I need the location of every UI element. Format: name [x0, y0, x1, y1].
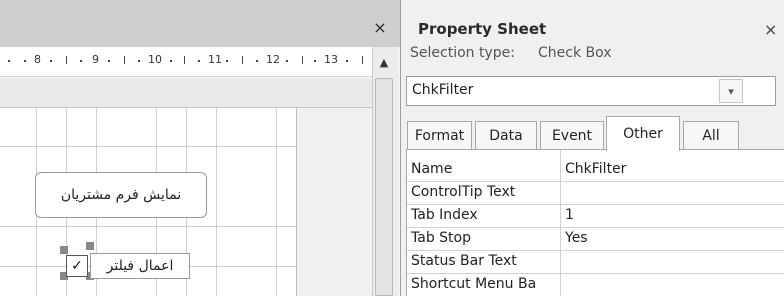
ruler-label: 10: [148, 53, 162, 66]
tab-event[interactable]: Event: [540, 121, 604, 149]
ruler-dot: [256, 60, 258, 62]
scrollbar-thumb[interactable]: [375, 78, 393, 296]
ruler-dot: [226, 60, 228, 62]
tab-all[interactable]: All: [683, 121, 739, 149]
property-name: ControlTip Text: [411, 184, 516, 200]
ruler-bar: [242, 56, 243, 64]
property-name: Tab Index: [411, 207, 478, 223]
scroll-up-icon[interactable]: ▲: [374, 55, 394, 71]
property-sheet-title: Property Sheet: [418, 20, 547, 38]
property-value[interactable]: Yes: [565, 230, 588, 246]
selection-type-value: Check Box: [538, 45, 612, 61]
property-row[interactable]: Name ChkFilter: [407, 159, 784, 182]
ruler-dot: [8, 60, 10, 62]
ruler-label: 8: [34, 53, 41, 66]
filter-checkbox-label-text: اعمال فیلتر: [106, 258, 174, 274]
ruler-label: 12: [266, 53, 280, 66]
ruler-label: 9: [92, 53, 99, 66]
ruler-bar: [302, 56, 303, 64]
form-design-view: × 8 9 10 11 12 13 نمایش فرم مشتریان ✓ اع…: [0, 0, 400, 296]
tab-format[interactable]: Format: [407, 121, 472, 149]
tab-other[interactable]: Other: [606, 116, 680, 151]
horizontal-ruler: 8 9 10 11 12 13: [0, 47, 372, 77]
ruler-dot: [314, 60, 316, 62]
ruler-bar: [362, 56, 363, 64]
form-section-header[interactable]: [0, 78, 372, 108]
ruler-bar: [184, 56, 185, 64]
ruler-dot: [24, 60, 26, 62]
ruler-dot: [80, 60, 82, 62]
show-customers-button-label: نمایش فرم مشتریان: [60, 187, 182, 203]
property-value[interactable]: 1: [565, 207, 574, 223]
property-column-divider[interactable]: [560, 150, 561, 296]
ruler-dot: [50, 60, 52, 62]
selection-type-label: Selection type:: [410, 45, 515, 61]
ruler-dot: [346, 60, 348, 62]
property-row[interactable]: Tab Stop Yes: [407, 228, 784, 251]
property-name: Status Bar Text: [411, 253, 517, 269]
chevron-down-icon[interactable]: ▾: [719, 79, 743, 103]
property-row[interactable]: ControlTip Text: [407, 182, 784, 205]
ruler-dot: [198, 60, 200, 62]
filter-checkbox[interactable]: ✓: [66, 255, 88, 277]
design-close-icon[interactable]: ×: [370, 18, 390, 38]
property-grid: Name ChkFilter ControlTip Text Tab Index…: [406, 150, 784, 296]
ruler-bar: [66, 56, 67, 64]
filter-checkbox-label[interactable]: اعمال فیلتر: [90, 253, 190, 279]
property-name: Shortcut Menu Ba: [411, 276, 537, 292]
ruler-label: 13: [324, 53, 338, 66]
tab-data[interactable]: Data: [475, 121, 537, 149]
property-row[interactable]: Shortcut Menu Ba: [407, 274, 784, 296]
resize-handle[interactable]: [60, 246, 68, 254]
property-name: Tab Stop: [411, 230, 471, 246]
object-selector-value: ChkFilter: [412, 82, 474, 98]
property-sheet-close-icon[interactable]: ×: [764, 20, 784, 40]
design-titlebar: [0, 0, 400, 47]
ruler-dot: [108, 60, 110, 62]
property-value[interactable]: ChkFilter: [565, 161, 626, 177]
ruler-dot: [170, 60, 172, 62]
show-customers-button[interactable]: نمایش فرم مشتریان: [35, 172, 207, 218]
ruler-dot: [286, 60, 288, 62]
property-row[interactable]: Tab Index 1: [407, 205, 784, 228]
ruler-label: 11: [208, 53, 222, 66]
property-name: Name: [411, 161, 453, 177]
design-grid-margin: [296, 108, 372, 296]
property-row[interactable]: Status Bar Text: [407, 251, 784, 274]
resize-handle[interactable]: [86, 242, 94, 250]
ruler-dot: [138, 60, 140, 62]
ruler-bar: [124, 56, 125, 64]
